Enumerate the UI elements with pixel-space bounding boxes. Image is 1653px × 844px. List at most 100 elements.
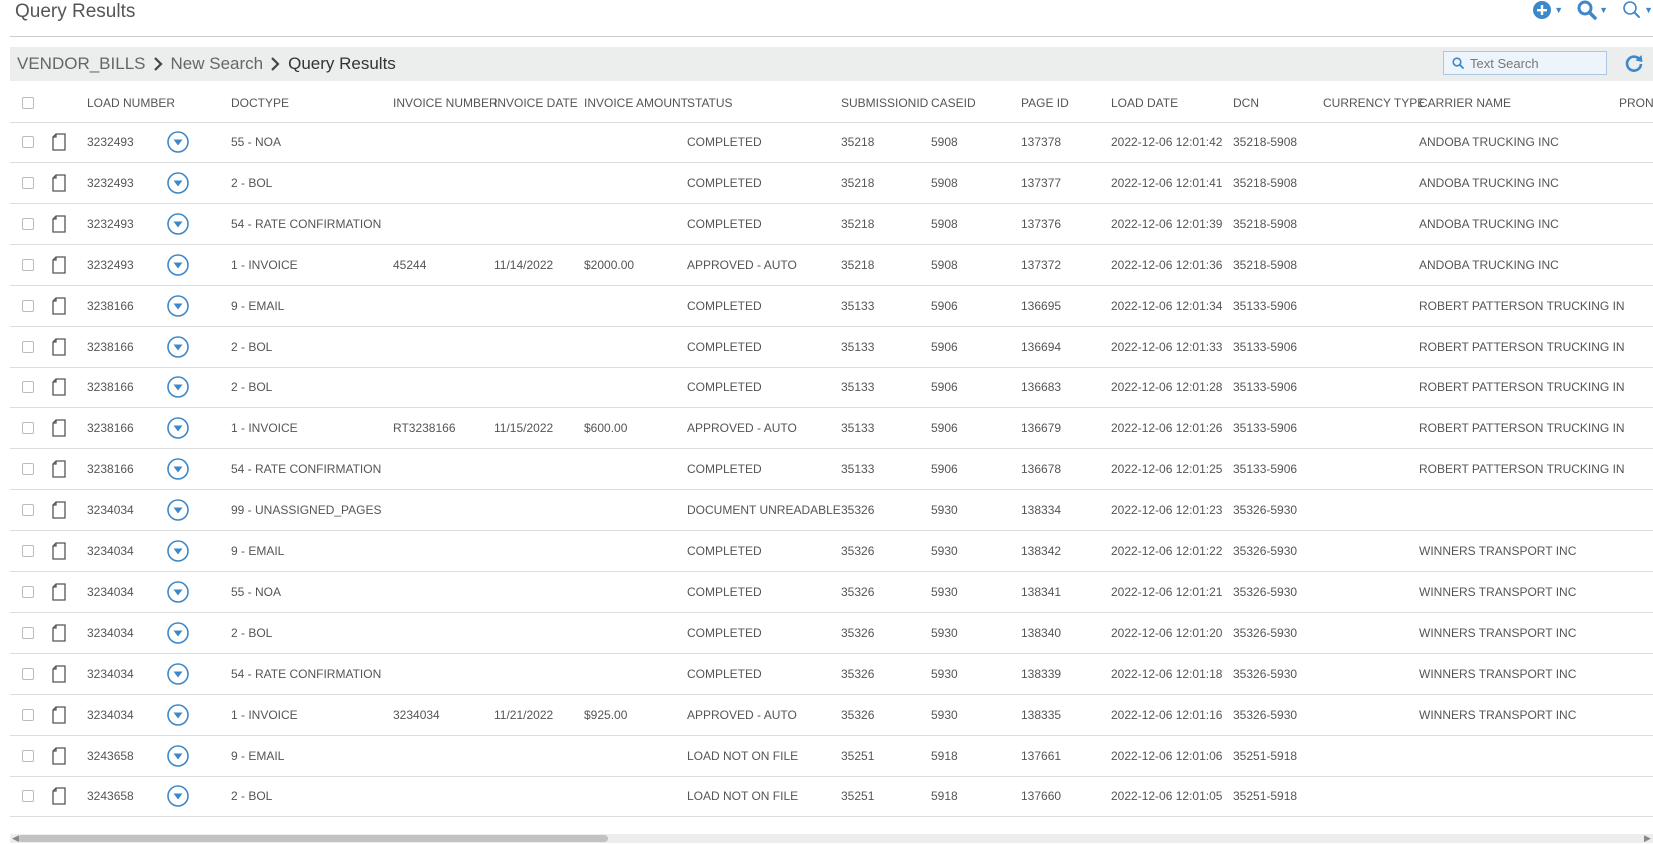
- row-checkbox[interactable]: [22, 545, 34, 557]
- cell-load-date: 2022-12-06 12:01:18: [1111, 666, 1223, 681]
- table-row[interactable]: 3232493 2 - BOL COMPLETED 35218 5908 137377 20…: [10, 163, 1653, 204]
- view-document-button[interactable]: [52, 204, 66, 244]
- view-document-button[interactable]: [52, 245, 66, 285]
- table-row[interactable]: 3234034 55 - NOA COMPLETED 35326 5930 138341 2…: [10, 572, 1653, 613]
- row-actions-dropdown[interactable]: [167, 736, 189, 776]
- view-document-button[interactable]: [52, 449, 66, 489]
- expand-down-icon: [167, 335, 189, 358]
- column-header-status[interactable]: STATUS: [687, 84, 733, 122]
- row-actions-dropdown[interactable]: [167, 490, 189, 530]
- row-checkbox[interactable]: [22, 667, 34, 680]
- expand-down-icon: [167, 294, 189, 317]
- table-row[interactable]: 3232493 54 - RATE CONFIRMATION COMPLETED 35…: [10, 204, 1653, 245]
- row-actions-dropdown[interactable]: [167, 572, 189, 612]
- row-checkbox[interactable]: [22, 422, 34, 435]
- refresh-button[interactable]: [1624, 53, 1644, 78]
- view-document-button[interactable]: [52, 776, 66, 816]
- row-actions-dropdown[interactable]: [167, 695, 189, 735]
- row-checkbox[interactable]: [22, 463, 34, 476]
- text-search-input[interactable]: [1470, 55, 1600, 71]
- advanced-search-menu-button[interactable]: ▼: [1622, 0, 1653, 20]
- table-row[interactable]: 3234034 2 - BOL COMPLETED 35326 5930 138340 20…: [10, 613, 1653, 654]
- expand-down-icon: [167, 662, 189, 685]
- view-document-button[interactable]: [52, 613, 66, 653]
- view-document-button[interactable]: [52, 531, 66, 571]
- row-checkbox[interactable]: [22, 299, 34, 312]
- row-checkbox[interactable]: [22, 626, 34, 639]
- row-actions-dropdown[interactable]: [167, 163, 189, 203]
- table-row[interactable]: 3238166 2 - BOL COMPLETED 35133 5906 136683 20…: [10, 367, 1653, 409]
- row-checkbox[interactable]: [22, 790, 34, 803]
- breadcrumb-new-search[interactable]: New Search: [171, 54, 264, 74]
- view-document-button[interactable]: [52, 286, 66, 326]
- scroll-left-arrow[interactable]: ◀: [12, 833, 19, 844]
- column-header-load-date[interactable]: LOAD DATE: [1111, 84, 1178, 122]
- row-actions-dropdown[interactable]: [167, 286, 189, 326]
- table-row[interactable]: 3238166 54 - RATE CONFIRMATION COMPLETED 35…: [10, 449, 1653, 491]
- row-actions-dropdown[interactable]: [167, 367, 189, 407]
- breadcrumb-vendor-bills[interactable]: VENDOR_BILLS: [17, 54, 146, 74]
- table-row[interactable]: 3234034 9 - EMAIL COMPLETED 35326 5930 138342…: [10, 531, 1653, 572]
- column-header-invoice-amount[interactable]: INVOICE AMOUNT: [584, 84, 688, 122]
- view-document-button[interactable]: [52, 490, 66, 530]
- table-row[interactable]: 3238166 2 - BOL COMPLETED 35133 5906 136694 20…: [10, 327, 1653, 368]
- row-checkbox[interactable]: [22, 217, 34, 230]
- table-row[interactable]: 3234034 99 - UNASSIGNED_PAGES DOCUMENT UNR…: [10, 490, 1653, 532]
- row-checkbox[interactable]: [22, 176, 34, 189]
- view-document-button[interactable]: [52, 367, 66, 407]
- view-document-button[interactable]: [52, 408, 66, 448]
- row-actions-dropdown[interactable]: [167, 531, 189, 571]
- row-checkbox[interactable]: [22, 749, 34, 762]
- column-header-currency-type[interactable]: CURRENCY TYPE: [1323, 84, 1425, 122]
- row-checkbox[interactable]: [22, 504, 34, 517]
- add-menu-button[interactable]: ▼: [1532, 0, 1563, 20]
- scroll-right-arrow[interactable]: ▶: [1644, 833, 1651, 844]
- row-actions-dropdown[interactable]: [167, 408, 189, 448]
- row-actions-dropdown[interactable]: [167, 204, 189, 244]
- horizontal-scroll-thumb[interactable]: [18, 835, 608, 842]
- cell-load-number: 3234034: [87, 666, 134, 681]
- row-checkbox[interactable]: [22, 340, 34, 353]
- cell-submissionid: 35218: [841, 135, 875, 149]
- view-document-button[interactable]: [52, 122, 66, 162]
- column-header-page-id[interactable]: PAGE ID: [1021, 84, 1069, 122]
- row-actions-dropdown[interactable]: [167, 776, 189, 816]
- view-document-button[interactable]: [52, 572, 66, 612]
- cell-dcn: 35326-5930: [1233, 666, 1298, 681]
- search-menu-button[interactable]: ▼: [1577, 0, 1608, 20]
- row-actions-dropdown[interactable]: [167, 122, 189, 162]
- table-row[interactable]: 3243658 2 - BOL LOAD NOT ON FILE 35251 5918 1…: [10, 776, 1653, 818]
- view-document-button[interactable]: [52, 695, 66, 735]
- view-document-button[interactable]: [52, 736, 66, 776]
- column-header-doctype[interactable]: DOCTYPE: [231, 84, 289, 122]
- row-actions-dropdown[interactable]: [167, 613, 189, 653]
- select-all-checkbox[interactable]: [22, 97, 34, 109]
- row-checkbox[interactable]: [22, 708, 34, 721]
- table-row[interactable]: 3232493 1 - INVOICE 45244 11/14/2022 $2000.0…: [10, 245, 1653, 286]
- column-header-caseid[interactable]: CASEID: [931, 84, 976, 122]
- table-row[interactable]: 3243658 9 - EMAIL LOAD NOT ON FILE 35251 591…: [10, 736, 1653, 777]
- row-actions-dropdown[interactable]: [167, 449, 189, 489]
- row-checkbox[interactable]: [22, 585, 34, 598]
- row-checkbox[interactable]: [22, 381, 34, 394]
- table-row[interactable]: 3232493 55 - NOA COMPLETED 35218 5908 137378 2…: [10, 122, 1653, 163]
- column-header-load-number[interactable]: LOAD NUMBER: [87, 84, 175, 122]
- row-actions-dropdown[interactable]: [167, 245, 189, 285]
- column-header-carrier-name[interactable]: CARRIER NAME: [1419, 84, 1511, 122]
- row-checkbox[interactable]: [22, 136, 34, 148]
- row-actions-dropdown[interactable]: [167, 327, 189, 367]
- row-checkbox[interactable]: [22, 258, 34, 271]
- table-row[interactable]: 3238166 1 - INVOICE RT3238166 11/15/2022 $60…: [10, 408, 1653, 450]
- column-header-pronumber[interactable]: PRONU: [1619, 84, 1653, 122]
- view-document-button[interactable]: [52, 163, 66, 203]
- row-actions-dropdown[interactable]: [167, 654, 189, 694]
- column-header-dcn[interactable]: DCN: [1233, 84, 1259, 122]
- table-row[interactable]: 3234034 54 - RATE CONFIRMATION COMPLETED 35…: [10, 654, 1653, 695]
- table-row[interactable]: 3238166 9 - EMAIL COMPLETED 35133 5906 136695…: [10, 286, 1653, 327]
- column-header-invoice-number[interactable]: INVOICE NUMBER: [393, 84, 498, 122]
- view-document-button[interactable]: [52, 327, 66, 367]
- column-header-submissionid[interactable]: SUBMISSIONID: [841, 84, 928, 122]
- column-header-invoice-date[interactable]: INVOICE DATE: [494, 84, 578, 122]
- view-document-button[interactable]: [52, 654, 66, 694]
- table-row[interactable]: 3234034 1 - INVOICE 3234034 11/21/2022 $925.…: [10, 695, 1653, 736]
